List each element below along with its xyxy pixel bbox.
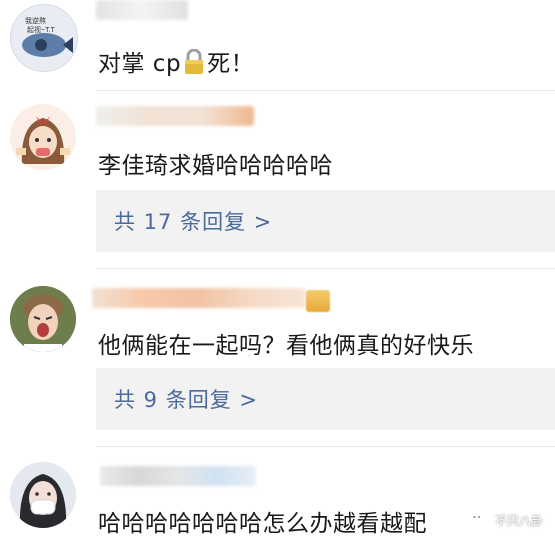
username-blurred (100, 466, 256, 486)
comment-text: 哈哈哈哈哈哈哈怎么办越看越配 (98, 511, 427, 537)
svg-text:起视~T.T: 起视~T.T (27, 25, 56, 34)
replies-link[interactable]: 共 9 条回复 > (96, 368, 555, 430)
avatar-illustration (10, 286, 76, 352)
comment-text: 对掌 cp 死！ (98, 44, 254, 78)
username-blurred (96, 0, 188, 20)
avatar[interactable] (10, 104, 76, 170)
divider (96, 90, 555, 91)
comment-text: 李佳琦求婚哈哈哈哈哈 (98, 153, 333, 179)
lock-icon (185, 49, 204, 74)
replies-link[interactable]: 共 17 条回复 > (96, 190, 555, 252)
avatar[interactable]: 我逆熬 起视~T.T (10, 4, 78, 72)
watermark-label: 不只八卦 (494, 513, 543, 528)
replies-label[interactable]: 共 9 条回复 > (114, 384, 258, 414)
avatar-illustration: 我逆熬 起视~T.T (22, 16, 73, 57)
comment-text-part: 对掌 cp (98, 51, 182, 77)
divider (96, 446, 555, 447)
username-blurred (92, 288, 306, 308)
wechat-icon (469, 512, 490, 527)
svg-text:我逆熬: 我逆熬 (25, 16, 46, 25)
avatar-illustration (10, 462, 76, 528)
badge-blurred (306, 290, 330, 312)
divider (96, 268, 555, 269)
username-blurred (96, 106, 254, 126)
watermark: 不只八卦 (469, 511, 543, 529)
avatar[interactable] (10, 286, 76, 352)
replies-label[interactable]: 共 17 条回复 > (114, 206, 272, 236)
comment-text: 他俩能在一起吗？看他俩真的好快乐 (98, 333, 474, 359)
avatar[interactable] (10, 462, 76, 528)
comment-text-part: 死！ (207, 51, 255, 77)
avatar-illustration (10, 104, 76, 170)
